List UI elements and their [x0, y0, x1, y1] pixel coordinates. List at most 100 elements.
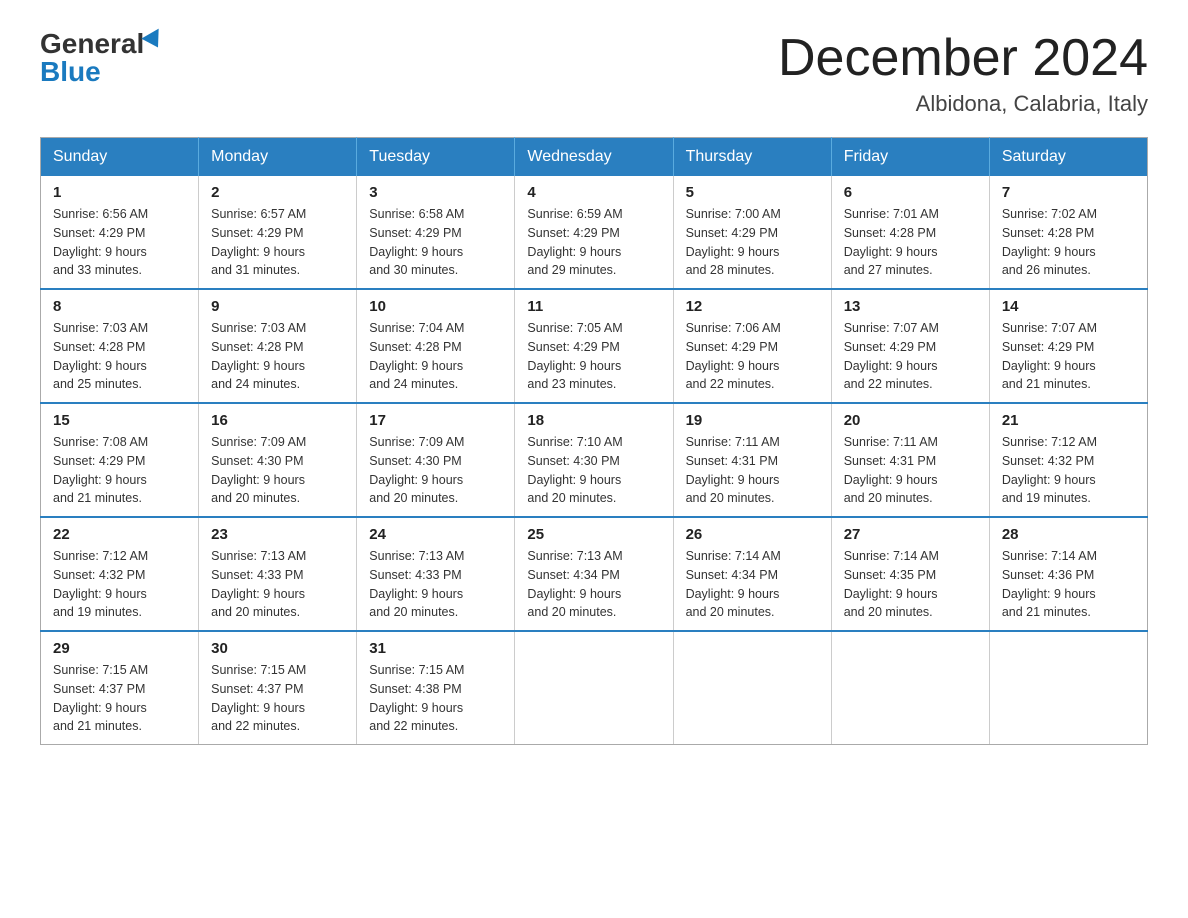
day-number: 22 — [53, 526, 186, 543]
calendar-cell: 30 Sunrise: 7:15 AM Sunset: 4:37 PM Dayl… — [199, 631, 357, 745]
day-info: Sunrise: 7:13 AM Sunset: 4:33 PM Dayligh… — [211, 547, 344, 622]
day-number: 18 — [527, 412, 660, 429]
day-number: 27 — [844, 526, 977, 543]
calendar-cell: 6 Sunrise: 7:01 AM Sunset: 4:28 PM Dayli… — [831, 176, 989, 289]
calendar-cell: 3 Sunrise: 6:58 AM Sunset: 4:29 PM Dayli… — [357, 176, 515, 289]
day-info: Sunrise: 7:03 AM Sunset: 4:28 PM Dayligh… — [53, 319, 186, 394]
day-number: 24 — [369, 526, 502, 543]
day-header-wednesday: Wednesday — [515, 138, 673, 177]
day-info: Sunrise: 7:14 AM Sunset: 4:35 PM Dayligh… — [844, 547, 977, 622]
day-info: Sunrise: 7:07 AM Sunset: 4:29 PM Dayligh… — [844, 319, 977, 394]
calendar-cell: 24 Sunrise: 7:13 AM Sunset: 4:33 PM Dayl… — [357, 517, 515, 631]
day-number: 3 — [369, 184, 502, 201]
title-block: December 2024 Albidona, Calabria, Italy — [778, 30, 1148, 117]
day-info: Sunrise: 7:14 AM Sunset: 4:34 PM Dayligh… — [686, 547, 819, 622]
day-number: 29 — [53, 640, 186, 657]
calendar-week-3: 15 Sunrise: 7:08 AM Sunset: 4:29 PM Dayl… — [41, 403, 1148, 517]
day-info: Sunrise: 6:56 AM Sunset: 4:29 PM Dayligh… — [53, 205, 186, 280]
calendar-cell — [989, 631, 1147, 745]
calendar-cell: 20 Sunrise: 7:11 AM Sunset: 4:31 PM Dayl… — [831, 403, 989, 517]
day-number: 6 — [844, 184, 977, 201]
day-info: Sunrise: 7:11 AM Sunset: 4:31 PM Dayligh… — [844, 433, 977, 508]
calendar-cell — [831, 631, 989, 745]
day-header-thursday: Thursday — [673, 138, 831, 177]
calendar-cell: 13 Sunrise: 7:07 AM Sunset: 4:29 PM Dayl… — [831, 289, 989, 403]
day-number: 19 — [686, 412, 819, 429]
day-number: 21 — [1002, 412, 1135, 429]
calendar-location: Albidona, Calabria, Italy — [778, 91, 1148, 117]
page-header: General Blue December 2024 Albidona, Cal… — [40, 30, 1148, 117]
day-number: 13 — [844, 298, 977, 315]
day-info: Sunrise: 7:05 AM Sunset: 4:29 PM Dayligh… — [527, 319, 660, 394]
calendar-cell: 2 Sunrise: 6:57 AM Sunset: 4:29 PM Dayli… — [199, 176, 357, 289]
day-info: Sunrise: 7:14 AM Sunset: 4:36 PM Dayligh… — [1002, 547, 1135, 622]
day-number: 23 — [211, 526, 344, 543]
day-info: Sunrise: 7:15 AM Sunset: 4:37 PM Dayligh… — [211, 661, 344, 736]
calendar-table: SundayMondayTuesdayWednesdayThursdayFrid… — [40, 137, 1148, 745]
calendar-title: December 2024 — [778, 30, 1148, 87]
day-number: 28 — [1002, 526, 1135, 543]
day-number: 7 — [1002, 184, 1135, 201]
calendar-cell: 16 Sunrise: 7:09 AM Sunset: 4:30 PM Dayl… — [199, 403, 357, 517]
day-number: 26 — [686, 526, 819, 543]
calendar-week-2: 8 Sunrise: 7:03 AM Sunset: 4:28 PM Dayli… — [41, 289, 1148, 403]
calendar-cell: 7 Sunrise: 7:02 AM Sunset: 4:28 PM Dayli… — [989, 176, 1147, 289]
calendar-cell — [515, 631, 673, 745]
day-info: Sunrise: 7:09 AM Sunset: 4:30 PM Dayligh… — [369, 433, 502, 508]
calendar-cell — [673, 631, 831, 745]
day-info: Sunrise: 7:02 AM Sunset: 4:28 PM Dayligh… — [1002, 205, 1135, 280]
day-info: Sunrise: 6:57 AM Sunset: 4:29 PM Dayligh… — [211, 205, 344, 280]
day-info: Sunrise: 6:59 AM Sunset: 4:29 PM Dayligh… — [527, 205, 660, 280]
day-number: 14 — [1002, 298, 1135, 315]
day-header-friday: Friday — [831, 138, 989, 177]
day-info: Sunrise: 7:13 AM Sunset: 4:34 PM Dayligh… — [527, 547, 660, 622]
calendar-cell: 5 Sunrise: 7:00 AM Sunset: 4:29 PM Dayli… — [673, 176, 831, 289]
calendar-cell: 19 Sunrise: 7:11 AM Sunset: 4:31 PM Dayl… — [673, 403, 831, 517]
calendar-cell: 14 Sunrise: 7:07 AM Sunset: 4:29 PM Dayl… — [989, 289, 1147, 403]
day-header-sunday: Sunday — [41, 138, 199, 177]
logo-blue-text: Blue — [40, 58, 101, 86]
day-info: Sunrise: 7:13 AM Sunset: 4:33 PM Dayligh… — [369, 547, 502, 622]
day-info: Sunrise: 7:04 AM Sunset: 4:28 PM Dayligh… — [369, 319, 502, 394]
day-info: Sunrise: 7:09 AM Sunset: 4:30 PM Dayligh… — [211, 433, 344, 508]
day-info: Sunrise: 7:07 AM Sunset: 4:29 PM Dayligh… — [1002, 319, 1135, 394]
day-number: 2 — [211, 184, 344, 201]
day-info: Sunrise: 7:00 AM Sunset: 4:29 PM Dayligh… — [686, 205, 819, 280]
day-number: 5 — [686, 184, 819, 201]
day-number: 25 — [527, 526, 660, 543]
day-info: Sunrise: 7:15 AM Sunset: 4:37 PM Dayligh… — [53, 661, 186, 736]
day-header-tuesday: Tuesday — [357, 138, 515, 177]
day-number: 17 — [369, 412, 502, 429]
day-number: 8 — [53, 298, 186, 315]
day-info: Sunrise: 7:10 AM Sunset: 4:30 PM Dayligh… — [527, 433, 660, 508]
day-number: 11 — [527, 298, 660, 315]
day-number: 1 — [53, 184, 186, 201]
day-info: Sunrise: 7:11 AM Sunset: 4:31 PM Dayligh… — [686, 433, 819, 508]
day-number: 20 — [844, 412, 977, 429]
calendar-cell: 23 Sunrise: 7:13 AM Sunset: 4:33 PM Dayl… — [199, 517, 357, 631]
calendar-cell: 22 Sunrise: 7:12 AM Sunset: 4:32 PM Dayl… — [41, 517, 199, 631]
calendar-cell: 26 Sunrise: 7:14 AM Sunset: 4:34 PM Dayl… — [673, 517, 831, 631]
calendar-cell: 18 Sunrise: 7:10 AM Sunset: 4:30 PM Dayl… — [515, 403, 673, 517]
calendar-cell: 10 Sunrise: 7:04 AM Sunset: 4:28 PM Dayl… — [357, 289, 515, 403]
calendar-header-row: SundayMondayTuesdayWednesdayThursdayFrid… — [41, 138, 1148, 177]
day-number: 31 — [369, 640, 502, 657]
calendar-cell: 31 Sunrise: 7:15 AM Sunset: 4:38 PM Dayl… — [357, 631, 515, 745]
calendar-cell: 12 Sunrise: 7:06 AM Sunset: 4:29 PM Dayl… — [673, 289, 831, 403]
day-number: 15 — [53, 412, 186, 429]
day-number: 12 — [686, 298, 819, 315]
day-info: Sunrise: 7:12 AM Sunset: 4:32 PM Dayligh… — [53, 547, 186, 622]
day-info: Sunrise: 6:58 AM Sunset: 4:29 PM Dayligh… — [369, 205, 502, 280]
calendar-week-1: 1 Sunrise: 6:56 AM Sunset: 4:29 PM Dayli… — [41, 176, 1148, 289]
calendar-cell: 15 Sunrise: 7:08 AM Sunset: 4:29 PM Dayl… — [41, 403, 199, 517]
day-number: 9 — [211, 298, 344, 315]
calendar-cell: 25 Sunrise: 7:13 AM Sunset: 4:34 PM Dayl… — [515, 517, 673, 631]
calendar-week-4: 22 Sunrise: 7:12 AM Sunset: 4:32 PM Dayl… — [41, 517, 1148, 631]
calendar-cell: 11 Sunrise: 7:05 AM Sunset: 4:29 PM Dayl… — [515, 289, 673, 403]
logo: General Blue — [40, 30, 166, 86]
calendar-cell: 27 Sunrise: 7:14 AM Sunset: 4:35 PM Dayl… — [831, 517, 989, 631]
day-number: 16 — [211, 412, 344, 429]
logo-general-text: General — [40, 30, 144, 58]
calendar-week-5: 29 Sunrise: 7:15 AM Sunset: 4:37 PM Dayl… — [41, 631, 1148, 745]
day-info: Sunrise: 7:12 AM Sunset: 4:32 PM Dayligh… — [1002, 433, 1135, 508]
